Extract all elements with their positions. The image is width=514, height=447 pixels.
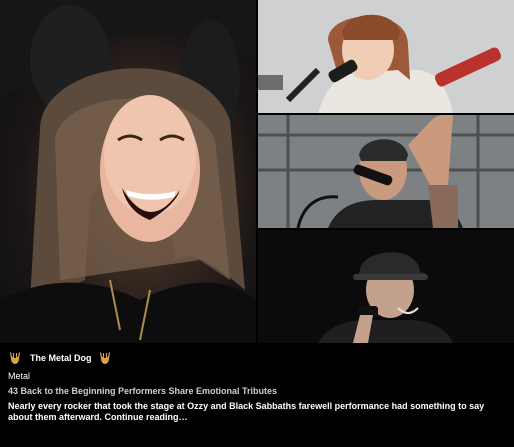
source-name[interactable]: The Metal Dog [30, 353, 92, 363]
male-vocalist-photo[interactable] [258, 115, 514, 228]
drummer-photo[interactable] [258, 230, 514, 343]
source-row[interactable]: The Metal Dog [8, 349, 506, 367]
article-summary[interactable]: Nearly every rocker that took the stage … [8, 401, 500, 423]
ozzy-osbourne-photo[interactable] [0, 0, 256, 343]
category-label: Metal [8, 371, 31, 381]
image-collage[interactable] [0, 0, 514, 343]
devil-horns-icon [8, 351, 22, 365]
article-card-info: The Metal Dog Metal 43 Back to the Begin… [0, 343, 514, 447]
female-vocalist-photo[interactable] [258, 0, 514, 113]
devil-horns-icon [98, 351, 112, 365]
article-headline-link[interactable]: 43 Back to the Beginning Performers Shar… [8, 386, 506, 396]
